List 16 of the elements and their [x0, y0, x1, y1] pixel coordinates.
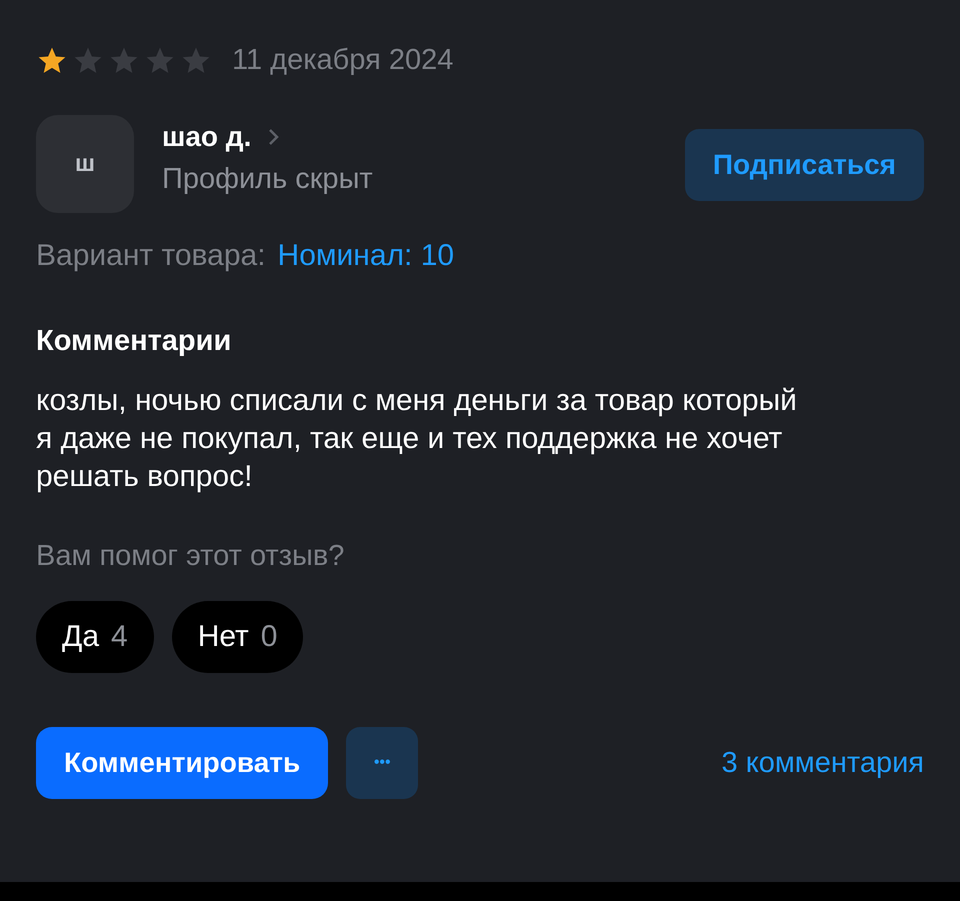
comments-heading: Комментарии	[36, 325, 232, 358]
vote-button[interactable]: Да 4	[36, 601, 154, 673]
review-text: козлы, ночью списали с меня деньги за товар который я даже не покупал, так еще и тех поддержка не хочет решать вопрос!	[36, 383, 798, 495]
chevron-right-icon	[267, 127, 282, 147]
variant-value: Номинал: 10	[278, 239, 454, 273]
review-date: 11 декабря 2024	[232, 44, 454, 77]
more-button[interactable]: •••	[346, 727, 418, 799]
avatar: ш	[36, 115, 134, 213]
helpful-question: Вам помог этот отзыв?	[36, 540, 346, 573]
comment-button[interactable]: Комментировать	[36, 727, 328, 799]
profile-status: Профиль скрыт	[162, 163, 374, 196]
comments-link[interactable]: 3 комментария	[722, 746, 924, 780]
vote-button[interactable]: Нет 0	[172, 601, 304, 673]
subscribe-button[interactable]: Подписаться	[684, 129, 924, 201]
variant-label: Вариант товара:	[36, 239, 266, 273]
author-name[interactable]: шао д.	[162, 121, 252, 153]
